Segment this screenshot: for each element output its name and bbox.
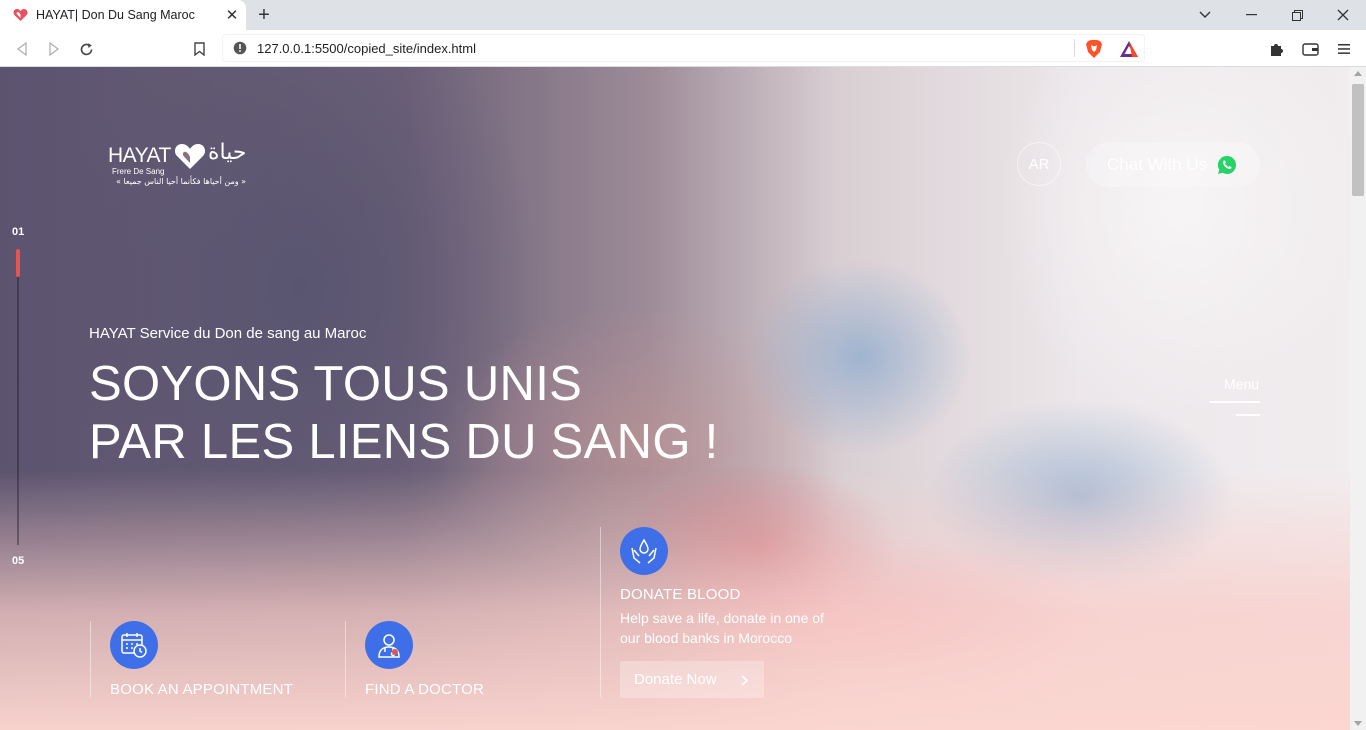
browser-tab[interactable]: HAYAT| Don Du Sang Maroc ✕ (0, 0, 246, 30)
site-info-icon[interactable] (233, 41, 247, 55)
hero-headline-line-1: SOYONS TOUS UNIS (89, 357, 583, 411)
menu-label: Menu (1224, 376, 1260, 392)
donate-now-button[interactable]: Donate Now (620, 661, 764, 698)
brave-shields-icon[interactable] (1085, 39, 1103, 64)
scroll-down-arrow-icon[interactable] (1354, 721, 1362, 726)
new-tab-button[interactable]: + (253, 4, 275, 26)
feature-divider (345, 621, 346, 697)
slide-total-number: 05 (12, 555, 25, 567)
language-toggle-button[interactable]: AR (1017, 142, 1061, 186)
feature-title: FIND A DOCTOR (365, 681, 485, 698)
page-scrollbar[interactable] (1350, 67, 1366, 730)
logo-subtitle: Frere De Sang (112, 167, 165, 176)
brave-rewards-icon[interactable] (1119, 40, 1139, 63)
url-text[interactable]: 127.0.0.1:5500/copied_site/index.html (257, 41, 476, 56)
slide-progress-track (17, 249, 19, 545)
site-logo[interactable]: HAYAT حياة Frere De Sang « ومن أحياها فك… (108, 140, 278, 189)
back-button[interactable] (9, 36, 35, 62)
browser-menu-icon[interactable] (1333, 38, 1355, 60)
tab-search-chevron-icon[interactable] (1182, 0, 1228, 30)
scrollbar-thumb[interactable] (1352, 84, 1364, 196)
feature-title: DONATE BLOOD (620, 586, 741, 603)
page-viewport: HAYAT حياة Frere De Sang « ومن أحياها فك… (0, 67, 1350, 730)
browser-tabbar: HAYAT| Don Du Sang Maroc ✕ + (0, 0, 1366, 30)
browser-toolbar: 127.0.0.1:5500/copied_site/index.html (0, 30, 1366, 67)
close-window-button[interactable] (1320, 0, 1366, 30)
chat-button-label: Chat With Us (1107, 154, 1208, 174)
heart-favicon-icon (12, 7, 28, 23)
forward-button[interactable] (41, 36, 67, 62)
bookmark-icon[interactable] (186, 36, 212, 62)
extensions-puzzle-icon[interactable] (1265, 38, 1287, 60)
feature-title: BOOK AN APPOINTMENT (110, 681, 294, 698)
menu-line-short (1236, 414, 1260, 416)
chat-with-us-button[interactable]: Chat With Us (1086, 142, 1260, 187)
restore-button[interactable] (1274, 0, 1320, 30)
wallet-icon[interactable] (1299, 38, 1321, 60)
menu-line-long (1210, 401, 1260, 403)
donate-description: Help save a life, donate in one of our b… (620, 610, 824, 646)
address-divider (1074, 39, 1075, 57)
tab-title: HAYAT| Don Du Sang Maroc (36, 8, 195, 22)
feature-divider (600, 527, 601, 697)
scroll-up-arrow-icon[interactable] (1354, 71, 1362, 76)
slide-current-number: 01 (12, 226, 25, 238)
donate-button-label: Donate Now (634, 671, 717, 688)
reload-button[interactable] (73, 36, 99, 62)
whatsapp-icon (1217, 155, 1237, 175)
slide-progress-bar (16, 249, 20, 277)
logo-heart-icon (174, 141, 206, 176)
chevron-right-icon (741, 673, 749, 690)
hero-headline-line-2: PAR LES LIENS DU SANG ! (89, 415, 719, 469)
hero-headline: SOYONS TOUS UNIS PAR LES LIENS DU SANG ! (89, 355, 719, 471)
address-bar[interactable]: 127.0.0.1:5500/copied_site/index.html (222, 34, 1145, 62)
minimize-button[interactable] (1228, 0, 1274, 30)
calendar-clock-icon (110, 621, 158, 669)
hands-drop-icon (620, 527, 668, 575)
logo-wordmark: HAYAT (108, 144, 171, 167)
logo-tagline: « ومن أحياها فكأنما أحيا الناس جميعا » (116, 177, 247, 186)
doctor-icon (365, 621, 413, 669)
close-tab-icon[interactable]: ✕ (222, 5, 242, 25)
feature-divider (90, 621, 91, 697)
hero-kicker: HAYAT Service du Don de sang au Maroc (89, 325, 367, 342)
logo-arabic-name: حياة (208, 140, 247, 165)
